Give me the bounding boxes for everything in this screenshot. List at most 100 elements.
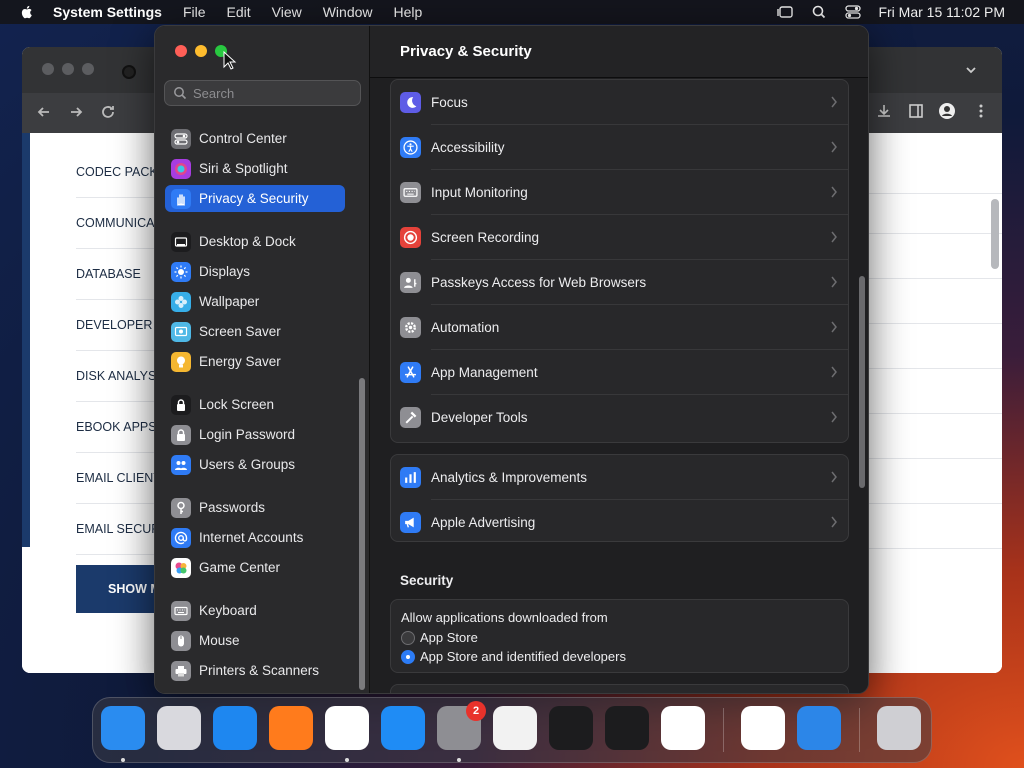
row-apple-advertising[interactable]: Apple Advertising (391, 500, 848, 545)
sidebar-item-control-center[interactable]: Control Center (165, 125, 345, 152)
firefox-icon[interactable] (269, 706, 313, 750)
sidebar-item-lock-screen[interactable]: Lock Screen (165, 391, 345, 418)
megaphone-icon (400, 512, 421, 533)
sidebar-item-label: Users & Groups (199, 457, 296, 472)
finder-icon[interactable] (101, 706, 145, 750)
visual-studio-icon[interactable] (741, 706, 785, 750)
menu-file[interactable]: File (183, 4, 206, 20)
sidebar-item-login-password[interactable]: Login Password (165, 421, 345, 448)
minimize-button[interactable] (195, 45, 207, 57)
browser-minimize-dot[interactable] (62, 63, 74, 75)
apple-icon[interactable] (19, 4, 35, 20)
menu-view[interactable]: View (272, 4, 302, 20)
row-analytics-improvements[interactable]: Analytics & Improvements (391, 455, 848, 500)
menu-edit[interactable]: Edit (227, 4, 251, 20)
spotlight-search-icon[interactable] (810, 4, 828, 20)
sidebar-item-energy-saver[interactable]: Energy Saver (165, 348, 345, 375)
chevron-right-icon (831, 276, 837, 288)
radio-app-store-label[interactable]: App Store (420, 630, 478, 645)
sidebar-item-privacy-security[interactable]: Privacy & Security (165, 185, 345, 212)
launchpad-icon[interactable] (157, 706, 201, 750)
sidebar-item-desktop-dock[interactable]: Desktop & Dock (165, 228, 345, 255)
sidebar-item-keyboard[interactable]: Keyboard (165, 597, 345, 624)
side-panel-icon[interactable] (907, 102, 925, 120)
row-label: Developer Tools (431, 410, 528, 425)
sidebar-item-label: Mouse (199, 633, 240, 648)
search-field[interactable] (164, 80, 361, 106)
sidebar-item-screen-saver[interactable]: Screen Saver (165, 318, 345, 345)
row-label: App Management (431, 365, 538, 380)
radio-identified-developers-label[interactable]: App Store and identified developers (420, 649, 626, 664)
menu-window[interactable]: Window (323, 4, 373, 20)
security-section-title: Security (400, 573, 454, 588)
row-automation[interactable]: Automation (391, 305, 848, 350)
trash-icon[interactable] (877, 706, 921, 750)
dock (92, 697, 932, 763)
row-focus[interactable]: Focus (391, 80, 848, 125)
menu-help[interactable]: Help (394, 4, 423, 20)
sidebar-item-mouse[interactable]: Mouse (165, 627, 345, 654)
vscode-icon[interactable] (661, 706, 705, 750)
app-store-icon (400, 362, 421, 383)
keyboard-icon (400, 182, 421, 203)
terminal-icon[interactable] (549, 706, 593, 750)
row-developer-tools[interactable]: Developer Tools (391, 395, 848, 440)
sidebar-item-wallpaper[interactable]: Wallpaper (165, 288, 345, 315)
reload-icon[interactable] (98, 102, 118, 122)
more-menu-icon[interactable] (972, 102, 990, 120)
profile-icon[interactable] (938, 102, 956, 120)
textedit-icon[interactable] (493, 706, 537, 750)
row-screen-recording[interactable]: Screen Recording (391, 215, 848, 260)
sidebar-item-internet-accounts[interactable]: Internet Accounts (165, 524, 345, 551)
stage-manager-icon[interactable] (776, 4, 794, 20)
sidebar-item-game-center[interactable]: Game Center (165, 554, 345, 581)
browser-scrollbar[interactable] (991, 199, 999, 269)
sidebar-item-printers-scanners[interactable]: Printers & Scanners (165, 657, 345, 684)
chrome-icon[interactable] (325, 706, 369, 750)
browser-zoom-dot[interactable] (82, 63, 94, 75)
sidebar-item-label: Printers & Scanners (199, 663, 320, 678)
siri-icon (171, 158, 191, 179)
close-button[interactable] (175, 45, 187, 57)
safari-icon[interactable] (213, 706, 257, 750)
moon-icon (400, 92, 421, 113)
row-accessibility[interactable]: Accessibility (391, 125, 848, 170)
control-center-icon (171, 128, 191, 149)
search-icon (174, 87, 187, 100)
sidebar-item-users-groups[interactable]: Users & Groups (165, 451, 345, 478)
row-input-monitoring[interactable]: Input Monitoring (391, 170, 848, 215)
chevron-down-icon[interactable] (964, 63, 978, 77)
row-passkeys-access-for-web-browsers[interactable]: Passkeys Access for Web Browsers (391, 260, 848, 305)
bulb-icon (171, 351, 191, 372)
accessibility-icon (400, 137, 421, 158)
sidebar-item-label: Desktop & Dock (199, 234, 296, 249)
sidebar-item-passwords[interactable]: Passwords (165, 494, 345, 521)
sidebar-item-label: Game Center (199, 560, 281, 575)
weather-icon[interactable] (797, 706, 841, 750)
back-arrow-icon[interactable] (34, 102, 54, 122)
menu-app-name[interactable]: System Settings (53, 4, 162, 20)
sidebar-scrollbar[interactable] (359, 378, 365, 690)
row-label: Input Monitoring (431, 185, 528, 200)
browser-close-dot[interactable] (42, 63, 54, 75)
control-center-icon[interactable] (844, 4, 862, 20)
sidebar-item-label: Control Center (199, 131, 287, 146)
radio-app-store[interactable] (401, 631, 415, 645)
dock-icon (171, 231, 191, 252)
forward-arrow-icon[interactable] (66, 102, 86, 122)
row-label: Passkeys Access for Web Browsers (431, 275, 647, 290)
radio-identified-developers[interactable] (401, 650, 415, 664)
sidebar-item-siri-spotlight[interactable]: Siri & Spotlight (165, 155, 345, 182)
row-label: Analytics & Improvements (431, 470, 588, 485)
app-store-icon[interactable] (381, 706, 425, 750)
main-scrollbar[interactable] (859, 276, 865, 488)
row-label: Apple Advertising (431, 515, 536, 530)
row-app-management[interactable]: App Management (391, 350, 848, 395)
search-input[interactable] (193, 85, 353, 101)
lock-icon (171, 394, 191, 415)
chevron-right-icon (831, 96, 837, 108)
download-icon[interactable] (875, 102, 893, 120)
sidebar-item-displays[interactable]: Displays (165, 258, 345, 285)
menu-clock[interactable]: Fri Mar 15 11:02 PM (878, 4, 1005, 20)
garageband-icon[interactable] (605, 706, 649, 750)
